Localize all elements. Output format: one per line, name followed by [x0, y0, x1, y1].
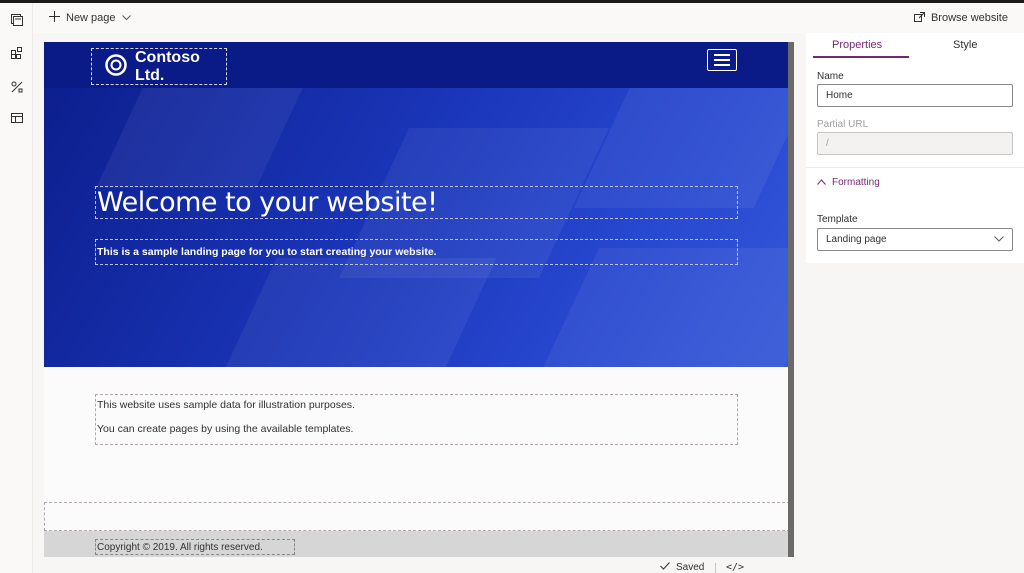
template-label: Template: [817, 214, 858, 225]
new-page-button[interactable]: New page: [49, 9, 131, 27]
saved-label: Saved: [676, 562, 705, 573]
site-footer[interactable]: Copyright © 2019. All rights reserved.: [44, 531, 790, 557]
code-editor-button[interactable]: </>: [726, 562, 744, 573]
tab-style[interactable]: Style: [953, 39, 977, 51]
hero-subtitle: This is a sample landing page for you to…: [97, 246, 437, 258]
pages-icon[interactable]: [9, 12, 25, 28]
active-tab-indicator: [813, 56, 909, 58]
contoso-logo-icon: [105, 54, 127, 79]
content-text-block[interactable]: This website uses sample data for illust…: [95, 394, 738, 445]
hero-decoration: [96, 88, 312, 188]
chevron-up-icon: [817, 177, 826, 188]
menu-toggle-icon[interactable]: [707, 49, 737, 71]
copyright-text: Copyright © 2019. All rights reserved.: [97, 541, 263, 553]
panel-divider: [806, 167, 1024, 168]
chevron-down-icon: [121, 12, 131, 24]
chevron-down-icon: [994, 234, 1004, 245]
open-external-icon: [913, 11, 925, 25]
template-selected-value: Landing page: [826, 234, 887, 245]
templates-icon[interactable]: [9, 111, 25, 127]
plus-icon: [49, 11, 60, 25]
partial-url-label: Partial URL: [817, 119, 869, 130]
empty-section[interactable]: [44, 502, 790, 531]
hero-title: Welcome to your website!: [97, 187, 438, 218]
new-page-label: New page: [66, 12, 116, 24]
hero-title-block[interactable]: Welcome to your website!: [95, 186, 738, 219]
browse-website-label: Browse website: [930, 12, 1008, 24]
checkmark-icon: [660, 562, 670, 573]
site-header[interactable]: Contoso Ltd.: [44, 42, 790, 88]
template-dropdown[interactable]: Landing page: [817, 228, 1013, 251]
panel-tabs: Properties Style: [806, 33, 1024, 61]
content-line: You can create pages by using the availa…: [97, 423, 354, 435]
components-icon[interactable]: [9, 45, 25, 61]
themes-icon[interactable]: [9, 79, 25, 95]
command-bar: New page Browse website: [33, 3, 1024, 33]
hero-decoration: [529, 248, 790, 367]
page-canvas: Contoso Ltd. Welcome to your website! Th…: [44, 42, 790, 557]
browse-website-button[interactable]: Browse website: [913, 9, 1008, 27]
hero-section[interactable]: Welcome to your website! This is a sampl…: [44, 88, 790, 367]
formatting-label: Formatting: [832, 177, 880, 188]
canvas-scrollbar[interactable]: [788, 42, 794, 557]
status-divider: [715, 563, 716, 573]
partial-url-input: [817, 132, 1013, 155]
left-rail: [0, 3, 33, 573]
content-line: This website uses sample data for illust…: [97, 399, 355, 411]
hero-subtitle-block[interactable]: This is a sample landing page for you to…: [95, 239, 738, 265]
site-logo[interactable]: Contoso Ltd.: [91, 48, 227, 85]
hero-decoration: [211, 258, 497, 367]
formatting-section-toggle[interactable]: Formatting: [817, 177, 880, 188]
name-label: Name: [817, 71, 844, 82]
properties-panel: Properties Style Name Partial URL Format…: [806, 33, 1024, 263]
saved-status: Saved: [660, 562, 704, 573]
tab-properties[interactable]: Properties: [832, 39, 882, 51]
site-name: Contoso Ltd.: [135, 48, 200, 84]
name-input[interactable]: [817, 84, 1013, 107]
status-bar: Saved </>: [33, 557, 804, 573]
footer-text-block[interactable]: Copyright © 2019. All rights reserved.: [95, 539, 295, 555]
